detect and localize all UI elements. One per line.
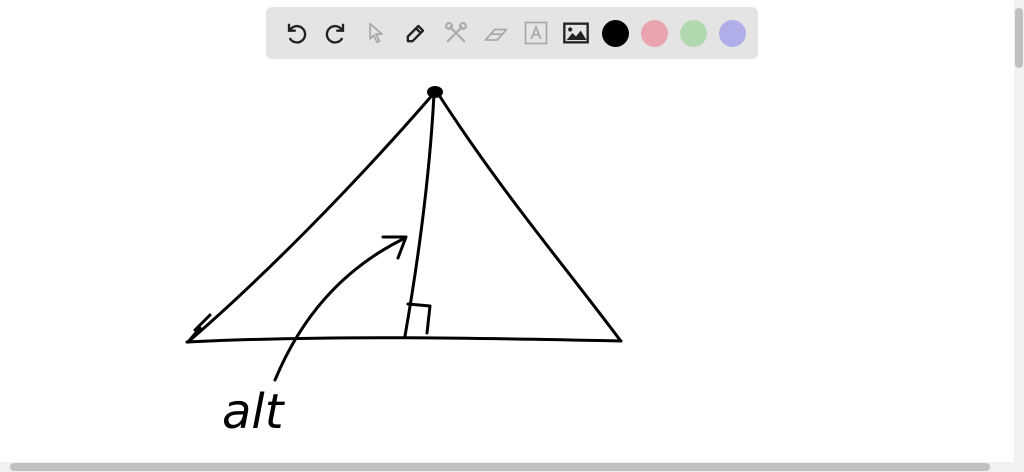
triangle-right-side — [435, 90, 622, 342]
image-button[interactable] — [556, 13, 596, 53]
eraser-icon — [484, 28, 508, 41]
redo-icon — [325, 23, 345, 44]
triangle-left-side — [186, 90, 437, 344]
color-swatch-green[interactable] — [680, 19, 707, 47]
text-icon — [524, 21, 548, 45]
undo-icon — [287, 23, 307, 44]
image-icon — [563, 22, 589, 44]
color-swatch-purple[interactable] — [719, 19, 746, 47]
tools-icon — [445, 22, 467, 43]
color-swatch-pink[interactable] — [641, 19, 668, 47]
alt-label: alt — [222, 384, 286, 440]
tools-button[interactable] — [436, 13, 476, 53]
cursor-icon — [369, 22, 383, 44]
horizontal-scroll-thumb[interactable] — [10, 463, 990, 471]
horizontal-scrollbar[interactable] — [0, 462, 1024, 472]
drawing-toolbar — [266, 7, 758, 59]
vertical-scrollbar[interactable] — [1014, 0, 1024, 462]
vertical-scroll-thumb[interactable] — [1015, 8, 1023, 68]
redo-button[interactable] — [316, 13, 356, 53]
apex-point — [427, 86, 443, 98]
arrowhead-left — [186, 313, 212, 344]
right-angle-mark — [406, 302, 432, 335]
select-button[interactable] — [356, 13, 396, 53]
pointer-arrow — [273, 235, 408, 382]
triangle-base — [185, 336, 623, 344]
pencil-icon — [406, 24, 425, 43]
drawing-canvas[interactable]: alt — [0, 0, 1014, 462]
undo-button[interactable] — [276, 13, 316, 53]
altitude-line — [403, 92, 436, 338]
text-button[interactable] — [516, 13, 556, 53]
eraser-button[interactable] — [476, 13, 516, 53]
color-swatch-black[interactable] — [602, 19, 629, 47]
pen-button[interactable] — [396, 13, 436, 53]
